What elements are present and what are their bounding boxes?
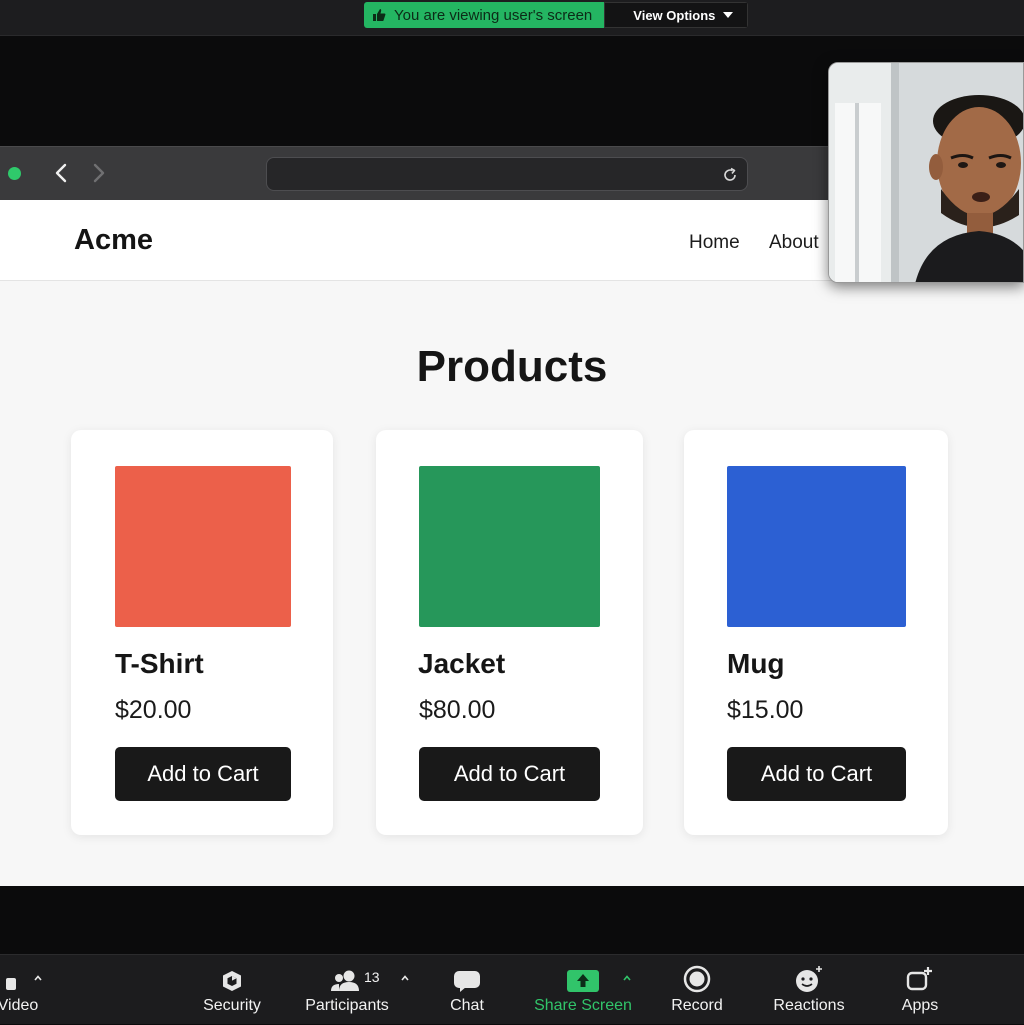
add-to-cart-button[interactable]: Add to Cart [115, 747, 291, 801]
nav-link-about[interactable]: About [769, 232, 819, 254]
product-price: $80.00 [419, 696, 496, 724]
security-shield-icon [223, 971, 241, 991]
product-card-mug: Mug $15.00 Add to Cart [684, 430, 948, 835]
share-screen-label: Share Screen [534, 997, 632, 1014]
website-page: Acme Home About Products T-Shirt $20.00 … [0, 200, 1024, 886]
video-options-caret-icon[interactable] [33, 973, 43, 983]
share-status: You are viewing user's screen [364, 2, 605, 28]
video-button[interactable]: Video [0, 955, 50, 1025]
apps-label: Apps [901, 997, 939, 1014]
meeting-top-bar: You are viewing user's screen View Optio… [0, 0, 1024, 36]
page-title: Products [416, 342, 608, 391]
share-screen-icon [567, 970, 599, 992]
participants-button[interactable]: Participants [301, 955, 393, 1025]
participants-icon [331, 970, 359, 991]
apps-button[interactable]: Apps [895, 955, 945, 1025]
product-image[interactable] [727, 466, 906, 627]
chat-button[interactable]: Chat [442, 955, 492, 1025]
back-arrow-icon[interactable] [50, 161, 72, 185]
reactions-emoji-icon [796, 966, 822, 992]
reactions-button[interactable]: Reactions [770, 955, 848, 1025]
address-bar[interactable] [266, 157, 748, 191]
product-name: Mug [727, 648, 785, 679]
product-card-jacket: Jacket $80.00 Add to Cart [376, 430, 643, 835]
caret-down-icon [723, 12, 734, 18]
forward-arrow-icon[interactable] [88, 161, 110, 185]
participants-count: 13 [364, 969, 380, 985]
thumbs-up-icon [373, 9, 386, 21]
record-button[interactable]: Record [666, 955, 728, 1025]
nav-link-home[interactable]: Home [689, 232, 740, 254]
product-image[interactable] [115, 466, 291, 627]
participants-label: Participants [305, 997, 389, 1014]
product-image[interactable] [419, 466, 600, 627]
share-message-text: You are viewing user's screen [394, 6, 593, 24]
participant-video[interactable] [828, 62, 1024, 283]
window-maximize-dot[interactable] [8, 167, 21, 180]
chat-label: Chat [450, 997, 484, 1014]
product-name: Jacket [418, 648, 506, 679]
site-logo[interactable]: Acme [74, 224, 153, 257]
product-name: T-Shirt [115, 648, 204, 679]
video-label: Video [0, 997, 39, 1014]
screen-share-banner: You are viewing user's screen View Optio… [364, 2, 749, 28]
add-to-cart-button[interactable]: Add to Cart [419, 747, 600, 801]
chat-bubble-icon [454, 971, 480, 992]
participant-person-image [829, 63, 1023, 282]
apps-icon [906, 967, 932, 991]
security-button[interactable]: Security [197, 955, 267, 1025]
view-options-label: View Options [633, 7, 716, 23]
video-camera-icon [6, 978, 16, 990]
add-to-cart-button[interactable]: Add to Cart [727, 747, 906, 801]
product-price: $20.00 [115, 696, 192, 724]
share-options-caret-icon[interactable] [622, 973, 632, 983]
product-price: $15.00 [727, 696, 804, 724]
share-screen-button[interactable]: Share Screen [532, 955, 634, 1025]
security-label: Security [203, 997, 261, 1014]
record-icon [683, 965, 711, 993]
view-options-button[interactable]: View Options [604, 2, 749, 28]
record-label: Record [671, 997, 723, 1014]
reload-icon[interactable] [721, 166, 739, 184]
participants-options-caret-icon[interactable] [400, 973, 410, 983]
reactions-label: Reactions [773, 997, 845, 1014]
meeting-toolbar: Video Security Participants 13 Chat Shar… [0, 954, 1024, 1024]
product-card-tshirt: T-Shirt $20.00 Add to Cart [71, 430, 333, 835]
